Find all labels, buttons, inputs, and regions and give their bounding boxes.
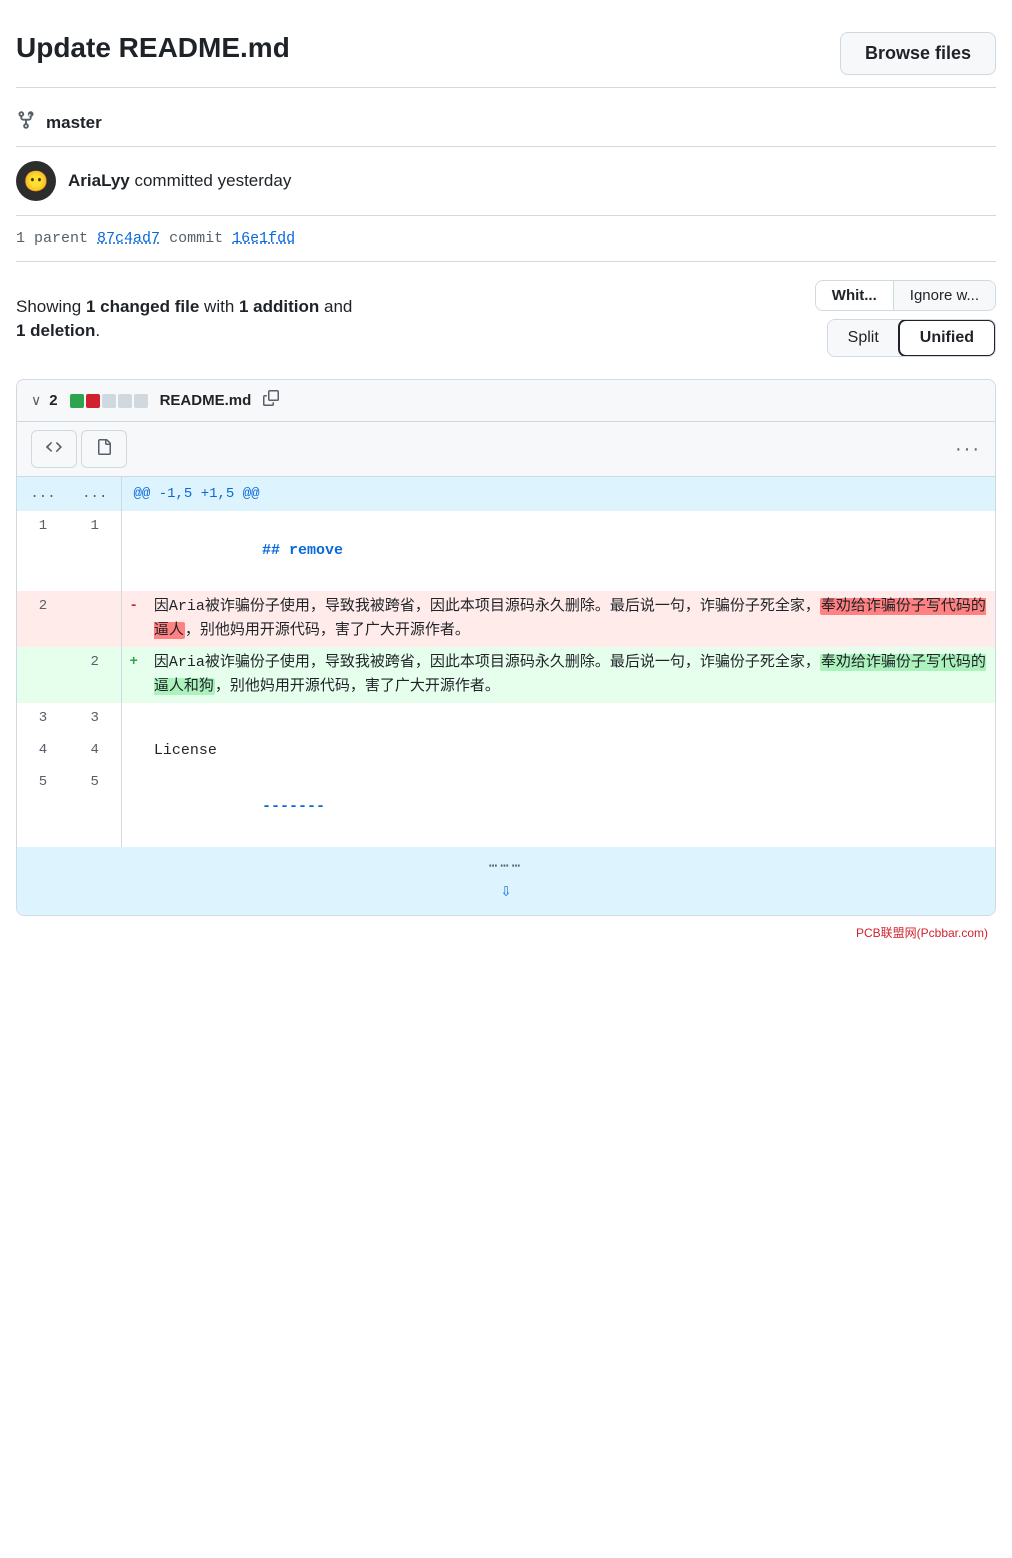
- new-line-3: 3: [69, 703, 121, 735]
- deletions-count: 1 deletion: [16, 321, 95, 340]
- old-line-1: 1: [17, 511, 69, 591]
- new-line-5: 5: [69, 767, 121, 847]
- diff-bar-gray-2: [118, 394, 132, 408]
- commit-time: yesterday: [218, 171, 292, 190]
- diff-row-1: 1 1 ## remove: [17, 511, 995, 591]
- diff-row-deletion: 2 - 因Aria被诈骗份子使用，导致我被跨省，因此本项目源码永久删除。最后说一…: [17, 591, 995, 647]
- hunk-header-row: ... ... @@ -1,5 +1,5 @@: [17, 477, 995, 511]
- ignore-whitespace-button[interactable]: Ignore w...: [894, 281, 995, 310]
- old-line-add: [17, 647, 69, 703]
- hunk-old-line: ...: [17, 477, 69, 511]
- diff-content-4: License: [146, 735, 995, 767]
- new-line-4: 4: [69, 735, 121, 767]
- watermark: PCB联盟网(Pcbbar.com): [16, 916, 996, 945]
- unified-view-button[interactable]: Unified: [898, 319, 996, 357]
- author-name: AriaLyy: [68, 171, 130, 190]
- whitespace-button[interactable]: Whit...: [816, 281, 894, 310]
- diff-sign-3: [121, 703, 146, 735]
- file-change-count: 2: [49, 392, 57, 409]
- diff-row-4: 4 4 License: [17, 735, 995, 767]
- diff-toolbar: ···: [17, 422, 995, 477]
- toolbar-left: [31, 430, 127, 468]
- changed-count: 1 changed file: [86, 297, 199, 316]
- file-name: README.md: [160, 392, 252, 409]
- branch-row: master: [16, 100, 996, 147]
- parent-hash[interactable]: 87c4ad7: [97, 230, 160, 247]
- diff-content-del: 因Aria被诈骗份子使用，导致我被跨省，因此本项目源码永久删除。最后说一句，诈骗…: [146, 591, 995, 647]
- heading-text: ## remove: [262, 542, 343, 559]
- hunk-content: @@ -1,5 +1,5 @@: [121, 477, 995, 511]
- commit-meta-row: 1 parent 87c4ad7 commit 16e1fdd: [16, 216, 996, 262]
- view-controls: Whit... Ignore w... Split Unified: [815, 280, 996, 357]
- new-line-add: 2: [69, 647, 121, 703]
- author-row: 😶 AriaLyy committed yesterday: [16, 147, 996, 216]
- file-view-button[interactable]: [81, 430, 127, 468]
- diff-row-5: 5 5 -------: [17, 767, 995, 847]
- additions-count: 1 addition: [239, 297, 319, 316]
- author-action: committed: [134, 171, 212, 190]
- diff-table: ... ... @@ -1,5 +1,5 @@ 1 1 ## remove 2: [17, 477, 995, 915]
- collapse-icon[interactable]: ∨: [31, 392, 41, 409]
- split-view-button[interactable]: Split: [828, 320, 899, 356]
- diff-sign-5: [121, 767, 146, 847]
- code-view-button[interactable]: [31, 430, 77, 468]
- copy-icon[interactable]: [263, 390, 279, 411]
- diff-sign-add: +: [121, 647, 146, 703]
- old-line-4: 4: [17, 735, 69, 767]
- diff-content-add: 因Aria被诈骗份子使用，导致我被跨省，因此本项目源码永久删除。最后说一句，诈骗…: [146, 647, 995, 703]
- diff-content-1: ## remove: [146, 511, 995, 591]
- whitespace-controls: Whit... Ignore w...: [815, 280, 996, 311]
- split-unified-controls: Split Unified: [827, 319, 996, 357]
- commit-label: commit: [169, 230, 223, 247]
- old-line-5: 5: [17, 767, 69, 847]
- browse-files-button[interactable]: Browse files: [840, 32, 996, 75]
- diff-sign-4: [121, 735, 146, 767]
- hr-text: -------: [262, 798, 325, 815]
- stats-row: Showing 1 changed file with 1 addition a…: [16, 262, 996, 371]
- new-line-del: [69, 591, 121, 647]
- branch-icon: [16, 110, 36, 136]
- author-info: AriaLyy committed yesterday: [68, 171, 291, 191]
- diff-bar-green-1: [70, 394, 84, 408]
- diff-bar-red-1: [86, 394, 100, 408]
- stats-text: Showing 1 changed file with 1 addition a…: [16, 295, 356, 343]
- diff-content-3: [146, 703, 995, 735]
- parent-label: 1 parent: [16, 230, 88, 247]
- hunk-new-line: ...: [69, 477, 121, 511]
- deletion-highlight: 奉劝给诈骗份子写代码的逼人: [154, 598, 986, 639]
- more-options-icon[interactable]: ···: [955, 438, 981, 461]
- commit-title: Update README.md: [16, 32, 290, 64]
- commit-hash[interactable]: 16e1fdd: [232, 230, 295, 247]
- diff-bar-gray-3: [134, 394, 148, 408]
- expand-cell[interactable]: ⋯⋯⋯ ⇩: [17, 847, 995, 914]
- expand-down-icon: ⇩: [25, 878, 987, 907]
- diff-row-addition: 2 + 因Aria被诈骗份子使用，导致我被跨省，因此本项目源码永久删除。最后说一…: [17, 647, 995, 703]
- diff-sign-del: -: [121, 591, 146, 647]
- diff-row-3: 3 3: [17, 703, 995, 735]
- expand-dots: ⋯⋯⋯: [25, 855, 987, 877]
- diff-bars: [70, 394, 148, 408]
- watermark-text: PCB联盟网(Pcbbar.com): [856, 926, 988, 940]
- old-line-del: 2: [17, 591, 69, 647]
- diff-content-5: -------: [146, 767, 995, 847]
- diff-sign-1: [121, 511, 146, 591]
- old-line-3: 3: [17, 703, 69, 735]
- file-header: ∨ 2 README.md: [17, 380, 995, 422]
- avatar: 😶: [16, 161, 56, 201]
- new-line-1: 1: [69, 511, 121, 591]
- branch-name: master: [46, 113, 102, 133]
- diff-bar-gray-1: [102, 394, 116, 408]
- expand-row[interactable]: ⋯⋯⋯ ⇩: [17, 847, 995, 914]
- addition-highlight: 奉劝给诈骗份子写代码的逼人和狗: [154, 654, 986, 695]
- diff-container: ∨ 2 README.md: [16, 379, 996, 916]
